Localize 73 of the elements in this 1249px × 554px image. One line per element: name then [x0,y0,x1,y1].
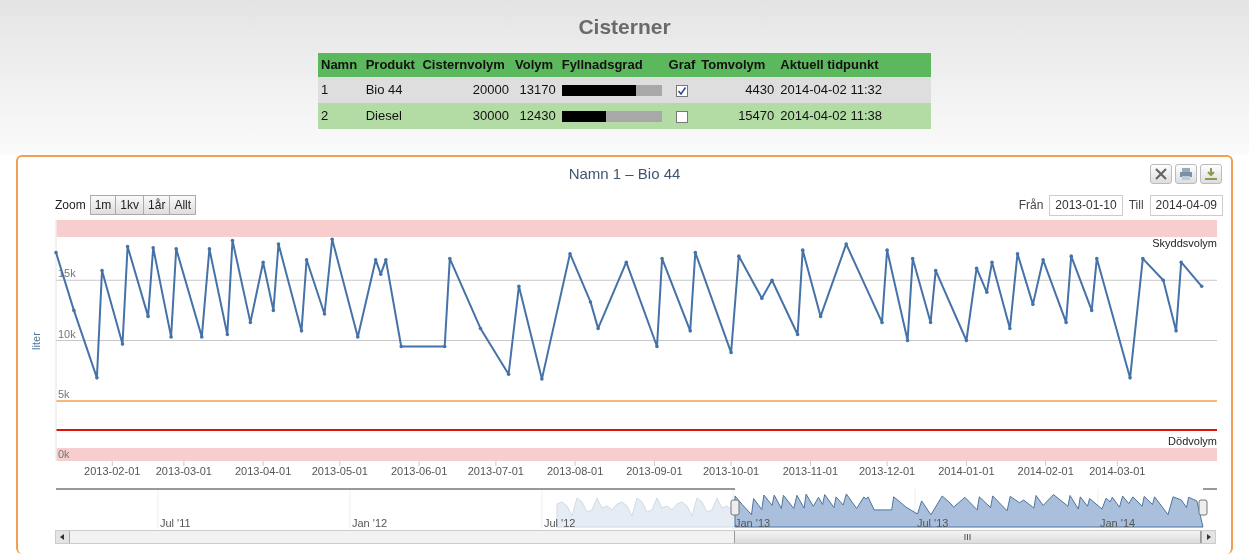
table-cell: 15470 [698,103,778,129]
column-header: Volym [512,53,559,77]
x-axis-label: 2013-04-01 [235,465,292,477]
column-header: Aktuell tidpunkt [777,53,931,77]
navigator-axis-label: Jan '13 [735,517,771,529]
column-header: Fyllnadsgrad [558,53,666,77]
x-axis-label: 2013-05-01 [311,465,368,477]
table-cell: 13170 [512,77,559,103]
table-cell: 2 [318,103,363,129]
x-axis-label: 2013-09-01 [626,465,683,477]
print-icon [1179,167,1193,181]
from-label: Från [1018,197,1044,214]
x-axis-label: 2013-11-01 [782,465,839,477]
scrollbar-thumb[interactable] [733,531,1201,543]
x-axis-label: 2013-03-01 [155,465,212,477]
zoom-button[interactable]: 1år [144,196,171,214]
range-handle[interactable] [1198,499,1208,516]
x-axis-label: 2013-02-01 [84,465,141,477]
export-button[interactable] [1200,164,1222,184]
table-cell: 4430 [698,77,778,103]
scroll-right-button[interactable] [1201,531,1215,543]
table-cell: 30000 [419,103,512,129]
x-axis-label: 2013-07-01 [467,465,524,477]
band-label: Skyddsvolym [1152,237,1217,249]
scroll-left-button[interactable] [56,531,70,543]
graph-checkbox[interactable] [675,110,688,123]
column-header: Graf [665,53,699,77]
range-handle[interactable] [730,499,740,516]
y-axis-label: 5k [58,387,70,400]
to-label: Till [1128,197,1144,214]
right-arrow-icon [1206,534,1211,540]
zoom-button[interactable]: 1kv [116,196,145,214]
x-axis-label: 2013-08-01 [547,465,604,477]
column-header: Tomvolym [698,53,778,77]
export-button[interactable] [1175,164,1197,184]
page-title: Cisterner [578,14,671,40]
table-cell: 2014-04-02 11:32 [777,77,931,103]
x-axis-label: 2014-01-01 [938,465,995,477]
x-axis-label: 2013-06-01 [391,465,448,477]
x-axis-label: 2014-03-01 [1089,465,1146,477]
navigator-axis-label: Jan '14 [1100,517,1136,529]
x-axis-label: 2013-10-01 [703,465,760,477]
navigator-axis-label: Jan '12 [352,517,388,529]
column-header: Cisternvolym [419,53,512,77]
y-axis-label: 10k [58,327,76,340]
navigator-axis-label: Jul '11 [160,517,191,529]
band-label: Dödvolym [1168,435,1217,447]
column-header: Produkt [362,53,420,77]
to-date-field[interactable]: 2014-04-09 [1149,194,1223,216]
y-axis-label: 0k [58,448,70,460]
table-cell: 1 [318,77,363,103]
x-axis-label: 2014-02-01 [1017,465,1074,477]
zoom-button[interactable]: 1m [90,196,117,214]
left-arrow-icon [60,534,65,540]
table-cell: Bio 44 [362,77,420,103]
x-axis-label: 2013-12-01 [858,465,916,477]
column-header: Namn [318,53,363,77]
y-axis-title: liter [30,332,42,350]
graph-checkbox[interactable] [675,84,688,97]
table-cell: 12430 [512,103,559,129]
from-date-field[interactable]: 2013-01-10 [1049,194,1123,216]
x-letter-icon [1154,167,1168,181]
grip-icon [964,534,971,540]
zoom-label: Zoom [55,197,86,214]
table-cell: 2014-04-02 11:38 [777,103,931,129]
table-cell: Diesel [362,103,420,129]
navigator-axis-label: Jul '13 [917,517,949,529]
navigator-axis-label: Jul '12 [544,517,576,529]
table-cell: 20000 [419,77,512,103]
zoom-button[interactable]: Allt [170,196,196,214]
export-button[interactable] [1150,164,1172,184]
chart-title: Namn 1 – Bio 44 [568,164,681,184]
download-icon [1204,167,1218,181]
